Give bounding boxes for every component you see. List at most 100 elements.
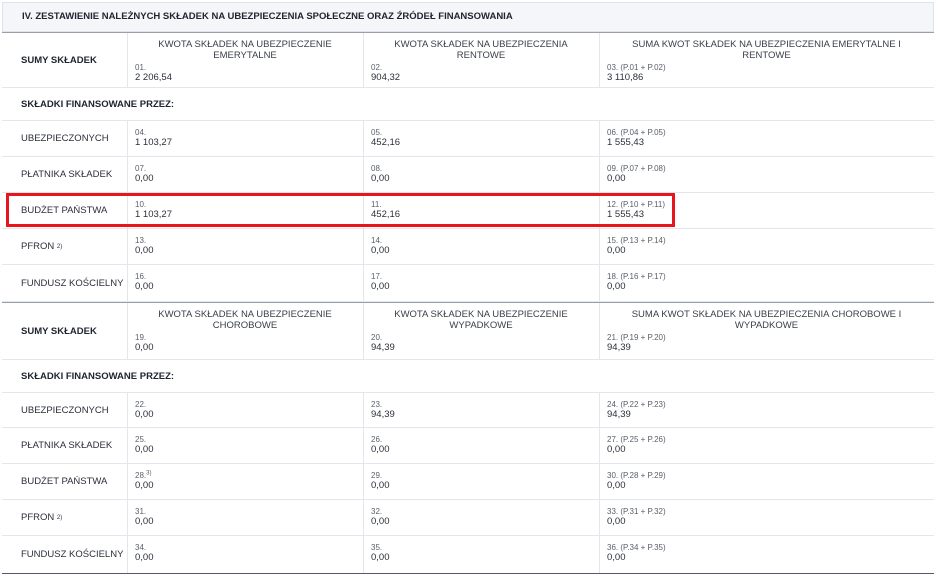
- table-row: PŁATNIKA SKŁADEK 25. 0,00 26. 0,00 27. (P.25 …: [2, 428, 934, 464]
- field-number: 06. (P.04 + P.05): [607, 128, 934, 137]
- table-row: FUNDUSZ KOŚCIELNY 34. 0,00 35. 0,00 36. (P.34…: [2, 536, 934, 574]
- field-number: 05.: [371, 128, 599, 137]
- table-row: UBEZPIECZONYCH 04. 1 103,27 05. 452,16 06. (P…: [2, 121, 934, 157]
- field-value: 904,32: [371, 72, 401, 83]
- field-number: 35.: [371, 543, 599, 552]
- field-number: 04.: [135, 128, 363, 137]
- row-label-text: UBEZPIECZONYCH: [21, 133, 109, 144]
- field-number: 36. (P.34 + P.35): [607, 543, 934, 552]
- field-value: 0,00: [371, 173, 390, 184]
- column-header: SUMA KWOT SKŁADEK NA UBEZPIECZENIA EMERY…: [632, 39, 901, 61]
- value-cell: 28.3) 0,00: [127, 464, 363, 499]
- field-number-text: 10.: [135, 200, 147, 209]
- field-number: 22.: [135, 400, 363, 409]
- row-label: UBEZPIECZONYCH: [21, 393, 125, 427]
- field-number: 11.: [371, 200, 599, 209]
- table-row: PFRON 2) 13. 0,00 14. 0,00 15. (P.13 + P.14) 0…: [2, 229, 934, 265]
- value-cell: 06. (P.04 + P.05) 1 555,43: [599, 121, 934, 156]
- column-header: KWOTA SKŁADEK NA UBEZPIECZENIE EMERYTALN…: [158, 39, 332, 61]
- table-row: PFRON 2) 31. 0,00 32. 0,00 33. (P.31 + P.32) 0…: [2, 500, 934, 536]
- field-value: 94,39: [607, 342, 631, 353]
- row-label: PŁATNIKA SKŁADEK: [21, 157, 125, 192]
- value-cell: 24. (P.22 + P.23) 94,39: [599, 393, 934, 427]
- sum-row-label: SUMY SKŁADEK: [21, 325, 97, 337]
- field-value: 3 110,86: [607, 72, 644, 83]
- field-number-text: 32.: [371, 507, 383, 516]
- field-number: 33. (P.31 + P.32): [607, 507, 934, 516]
- field-number-text: 25.: [135, 435, 147, 444]
- field-value: 452,16: [371, 137, 401, 148]
- field-value: 0,00: [135, 173, 154, 184]
- table-row: BUDŻET PAŃSTWA 28.3) 0,00 29. 0,00 30. (P.28 …: [2, 464, 934, 500]
- value-cell: 12. (P.10 + P.11) 1 555,43: [599, 193, 934, 228]
- field-number-text: 11.: [371, 200, 382, 209]
- field-number-text: 07.: [135, 164, 147, 173]
- field-value: 0,00: [371, 552, 390, 563]
- field-number-text: 09. (P.07 + P.08): [607, 164, 666, 173]
- field-number-text: 04.: [135, 128, 147, 137]
- field-value: 0,00: [607, 281, 626, 292]
- row-label-text: PŁATNIKA SKŁADEK: [21, 440, 113, 451]
- value-cell: 25. 0,00: [127, 428, 363, 463]
- table-row: UBEZPIECZONYCH 22. 0,00 23. 94,39 24. (P.22 +…: [2, 393, 934, 428]
- field-number-text: 26.: [371, 435, 383, 444]
- table-row: BUDŻET PAŃSTWA 10. 1 103,27 11. 452,16 12. (P…: [2, 193, 934, 229]
- row-label: PFRON 2): [21, 512, 63, 523]
- field-number-text: 31.: [135, 507, 147, 516]
- field-number: 34.: [135, 543, 363, 552]
- column-header: KWOTA SKŁADEK NA UBEZPIECZENIA RENTOWE: [394, 39, 568, 61]
- row-label: PŁATNIKA SKŁADEK: [21, 428, 125, 463]
- column-header: KWOTA SKŁADEK NA UBEZPIECZENIE CHOROBOWE: [158, 309, 332, 331]
- row-label: FUNDUSZ KOŚCIELNY: [21, 265, 125, 301]
- field-number-text: 05.: [371, 128, 383, 137]
- field-number: 23.: [371, 400, 599, 409]
- value-cell: 22. 0,00: [127, 393, 363, 427]
- sum-row: SUMY SKŁADEK KWOTA SKŁADEK NA UBEZPIECZEN…: [2, 32, 934, 88]
- value-cell: 14. 0,00: [363, 229, 599, 264]
- row-label-text: BUDŻET PAŃSTWA: [21, 205, 108, 216]
- row-label: BUDŻET PAŃSTWA: [21, 193, 125, 228]
- sum-cell: KWOTA SKŁADEK NA UBEZPIECZENIE EMERYTALN…: [127, 33, 363, 87]
- field-value: 0,00: [607, 516, 626, 527]
- field-number-text: 35.: [371, 543, 383, 552]
- value-cell: 32. 0,00: [363, 500, 599, 535]
- table-row: PŁATNIKA SKŁADEK 07. 0,00 08. 0,00 09. (P.07 …: [2, 157, 934, 193]
- field-number: 01.: [135, 63, 147, 72]
- field-value: 94,39: [371, 342, 395, 353]
- value-cell: 23. 94,39: [363, 393, 599, 427]
- field-number: 30. (P.28 + P.29): [607, 471, 934, 480]
- value-cell: 04. 1 103,27: [127, 121, 363, 156]
- field-value: 0,00: [135, 480, 154, 491]
- field-value: 1 555,43: [607, 209, 644, 220]
- field-value: 0,00: [371, 245, 390, 256]
- field-value: 0,00: [607, 245, 626, 256]
- field-number: 13.: [135, 236, 363, 245]
- value-cell: 13. 0,00: [127, 229, 363, 264]
- field-number: 20.: [371, 333, 383, 342]
- sum-cell: KWOTA SKŁADEK NA UBEZPIECZENIE CHOROBOWE…: [127, 303, 363, 359]
- row-label-text: FUNDUSZ KOŚCIELNY: [21, 549, 124, 560]
- field-value: 94,39: [371, 409, 395, 420]
- value-cell: 11. 452,16: [363, 193, 599, 228]
- column-header: KWOTA SKŁADEK NA UBEZPIECZENIE WYPADKOWE: [394, 309, 568, 331]
- field-number-text: 16.: [135, 272, 147, 281]
- field-number-text: 15. (P.13 + P.14): [607, 236, 666, 245]
- financed-by-row: SKŁADKI FINANSOWANE PRZEZ:: [2, 88, 934, 121]
- field-number: 02.: [371, 63, 383, 72]
- field-number: 07.: [135, 164, 363, 173]
- row-label-text: UBEZPIECZONYCH: [21, 404, 109, 416]
- value-cell: 08. 0,00: [363, 157, 599, 192]
- sum-row: SUMY SKŁADEK KWOTA SKŁADEK NA UBEZPIECZEN…: [2, 302, 934, 360]
- sum-cell: KWOTA SKŁADEK NA UBEZPIECZENIA RENTOWE 02…: [363, 33, 599, 87]
- field-value: 0,00: [371, 480, 390, 491]
- field-value: 1 103,27: [135, 137, 172, 148]
- field-number: 32.: [371, 507, 599, 516]
- field-value: 0,00: [607, 173, 626, 184]
- value-cell: 33. (P.31 + P.32) 0,00: [599, 500, 934, 535]
- field-value: 0,00: [135, 516, 154, 527]
- field-number: 28.3): [135, 470, 363, 480]
- field-number: 16.: [135, 272, 363, 281]
- row-label-text: BUDŻET PAŃSTWA: [21, 476, 108, 487]
- field-number: 03. (P.01 + P.02): [607, 63, 666, 72]
- value-cell: 31. 0,00: [127, 500, 363, 535]
